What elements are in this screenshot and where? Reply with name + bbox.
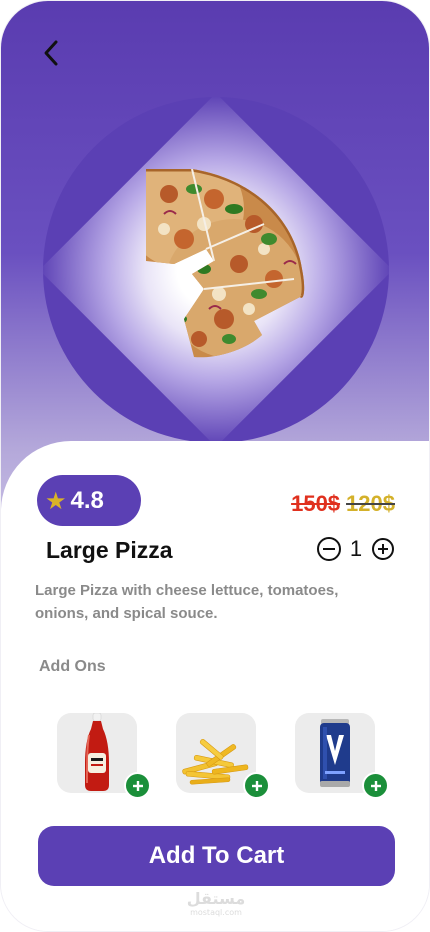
decrease-button[interactable] bbox=[316, 536, 342, 562]
plus-icon bbox=[132, 780, 143, 791]
plus-icon bbox=[370, 780, 381, 791]
add-ketchup-button[interactable] bbox=[124, 772, 151, 799]
plus-circle-icon bbox=[372, 538, 394, 560]
quantity-stepper: 1 bbox=[316, 536, 396, 562]
addons-heading: Add Ons bbox=[39, 658, 106, 675]
add-soda-button[interactable] bbox=[362, 772, 389, 799]
add-to-cart-button[interactable]: Add To Cart bbox=[38, 826, 395, 886]
plus-icon bbox=[251, 780, 262, 791]
addon-fries[interactable] bbox=[176, 713, 270, 799]
chevron-left-icon bbox=[44, 40, 58, 66]
pizza-image bbox=[146, 169, 305, 358]
quantity-value: 1 bbox=[349, 536, 363, 561]
new-price: 120$ bbox=[346, 491, 395, 516]
watermark-latin: mostaql.com bbox=[190, 908, 242, 917]
watermark: مستقل mostaql.com bbox=[1, 889, 429, 918]
increase-button[interactable] bbox=[370, 536, 396, 562]
watermark-arabic: مستقل bbox=[186, 889, 246, 908]
addon-soda[interactable] bbox=[295, 713, 389, 799]
product-screen: ★ 4.8 150$ 120$ Large Pizza 1 Large Pizz… bbox=[0, 0, 430, 932]
star-icon: ★ bbox=[45, 486, 67, 515]
product-description: Large Pizza with cheese lettuce, tomatoe… bbox=[35, 582, 339, 622]
addon-ketchup[interactable] bbox=[57, 713, 151, 799]
rating-badge: ★ 4.8 bbox=[37, 475, 141, 526]
old-price: 150$ bbox=[291, 491, 341, 516]
price-group: 150$ 120$ bbox=[291, 491, 395, 517]
add-fries-button[interactable] bbox=[243, 772, 270, 799]
minus-circle-icon bbox=[317, 537, 341, 561]
product-title: Large Pizza bbox=[46, 537, 173, 563]
back-button[interactable] bbox=[31, 33, 71, 73]
rating-value: 4.8 bbox=[70, 486, 104, 514]
